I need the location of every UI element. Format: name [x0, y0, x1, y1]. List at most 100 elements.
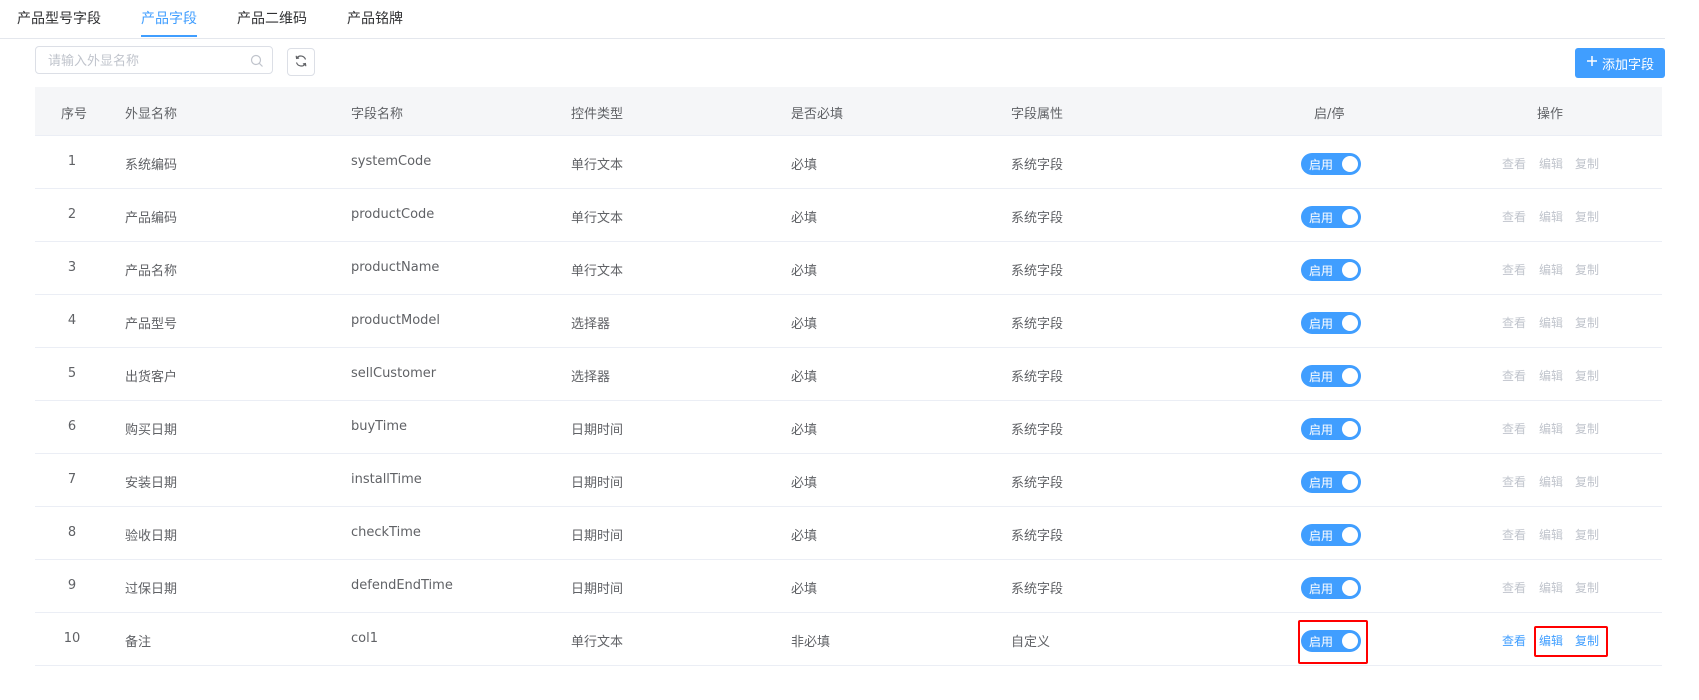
- cell-display-name: 系统编码: [125, 158, 178, 173]
- cell-field-name: systemCode: [351, 154, 432, 169]
- edit-link[interactable]: 编辑: [1539, 261, 1563, 278]
- table-row: 2 产品编码 productCode 单行文本 必填 系统字段 启用 查看 编辑 复制: [35, 189, 1662, 242]
- refresh-button[interactable]: [287, 48, 315, 76]
- status-toggle-label: 启用: [1309, 529, 1334, 543]
- edit-link[interactable]: 编辑: [1539, 367, 1563, 384]
- toggle-knob: [1342, 209, 1358, 225]
- header-actions: 操作: [1537, 107, 1564, 122]
- view-link[interactable]: 查看: [1502, 261, 1526, 278]
- tab-product-qrcode[interactable]: 产品二维码: [237, 8, 307, 28]
- edit-link[interactable]: 编辑: [1539, 579, 1563, 596]
- edit-link[interactable]: 编辑: [1539, 632, 1563, 649]
- status-toggle[interactable]: 启用: [1301, 312, 1361, 334]
- edit-link[interactable]: 编辑: [1539, 314, 1563, 331]
- cell-field-name: buyTime: [351, 419, 407, 434]
- status-toggle[interactable]: 启用: [1301, 630, 1361, 652]
- status-toggle-label: 启用: [1309, 370, 1334, 384]
- status-toggle[interactable]: 启用: [1301, 259, 1361, 281]
- view-link[interactable]: 查看: [1502, 155, 1526, 172]
- tab-product-nameplate[interactable]: 产品铭牌: [347, 8, 403, 28]
- table-row: 3 产品名称 productName 单行文本 必填 系统字段 启用 查看 编辑 复制: [35, 242, 1662, 295]
- toggle-knob: [1342, 156, 1358, 172]
- search-input[interactable]: [46, 50, 246, 72]
- edit-link[interactable]: 编辑: [1539, 208, 1563, 225]
- cell-field-attr: 系统字段: [1011, 476, 1064, 491]
- toggle-knob: [1342, 315, 1358, 331]
- cell-field-name: productName: [351, 260, 440, 275]
- search-icon[interactable]: [250, 53, 264, 72]
- cell-field-attr: 系统字段: [1011, 264, 1064, 279]
- view-link[interactable]: 查看: [1502, 367, 1526, 384]
- view-link[interactable]: 查看: [1502, 526, 1526, 543]
- status-toggle[interactable]: 启用: [1301, 577, 1361, 599]
- status-toggle[interactable]: 启用: [1301, 153, 1361, 175]
- cell-display-name: 产品编码: [125, 211, 178, 226]
- edit-link[interactable]: 编辑: [1539, 473, 1563, 490]
- view-link[interactable]: 查看: [1502, 579, 1526, 596]
- cell-field-attr: 系统字段: [1011, 370, 1064, 385]
- copy-link[interactable]: 复制: [1575, 314, 1599, 331]
- cell-field-name: installTime: [351, 472, 422, 487]
- copy-link[interactable]: 复制: [1575, 420, 1599, 437]
- status-toggle[interactable]: 启用: [1301, 524, 1361, 546]
- copy-link[interactable]: 复制: [1575, 208, 1599, 225]
- copy-link[interactable]: 复制: [1575, 632, 1599, 649]
- cell-required: 必填: [791, 264, 818, 279]
- copy-link[interactable]: 复制: [1575, 473, 1599, 490]
- toggle-knob: [1342, 421, 1358, 437]
- cell-display-name: 产品型号: [125, 317, 178, 332]
- copy-link[interactable]: 复制: [1575, 155, 1599, 172]
- fields-table: 序号 外显名称 字段名称 控件类型 是否必填 字段属性 启/停 操作 1 系统编码…: [35, 87, 1662, 666]
- view-link[interactable]: 查看: [1502, 473, 1526, 490]
- tab-product-fields[interactable]: 产品字段: [141, 8, 197, 28]
- cell-field-attr: 系统字段: [1011, 317, 1064, 332]
- cell-index: 5: [67, 366, 77, 381]
- copy-link[interactable]: 复制: [1575, 367, 1599, 384]
- cell-field-attr: 系统字段: [1011, 158, 1064, 173]
- cell-field-attr: 自定义: [1011, 635, 1051, 650]
- cell-control-type: 日期时间: [571, 582, 624, 597]
- cell-control-type: 日期时间: [571, 423, 624, 438]
- view-link[interactable]: 查看: [1502, 420, 1526, 437]
- cell-field-name: col1: [351, 631, 378, 646]
- add-field-button[interactable]: 添加字段: [1575, 48, 1665, 78]
- status-toggle[interactable]: 启用: [1301, 418, 1361, 440]
- view-link[interactable]: 查看: [1502, 632, 1526, 649]
- table-row: 9 过保日期 defendEndTime 日期时间 必填 系统字段 启用 查看 编辑 复制: [35, 560, 1662, 613]
- table-header: 序号 外显名称 字段名称 控件类型 是否必填 字段属性 启/停 操作: [35, 87, 1662, 136]
- table-row: 4 产品型号 productModel 选择器 必填 系统字段 启用 查看 编辑 复制: [35, 295, 1662, 348]
- status-toggle-label: 启用: [1309, 582, 1334, 596]
- cell-display-name: 备注: [125, 635, 152, 650]
- cell-display-name: 出货客户: [125, 370, 178, 385]
- cell-field-attr: 系统字段: [1011, 211, 1064, 226]
- cell-display-name: 安装日期: [125, 476, 178, 491]
- view-link[interactable]: 查看: [1502, 208, 1526, 225]
- header-index: 序号: [61, 107, 88, 122]
- tab-product-model-fields[interactable]: 产品型号字段: [17, 8, 101, 28]
- cell-control-type: 单行文本: [571, 264, 624, 279]
- cell-index: 3: [67, 260, 77, 275]
- view-link[interactable]: 查看: [1502, 314, 1526, 331]
- cell-field-attr: 系统字段: [1011, 423, 1064, 438]
- copy-link[interactable]: 复制: [1575, 526, 1599, 543]
- cell-field-name: checkTime: [351, 525, 421, 540]
- cell-index: 9: [67, 578, 77, 593]
- table-body: 1 系统编码 systemCode 单行文本 必填 系统字段 启用 查看 编辑 复制 2 产品编码 pr…: [35, 136, 1662, 666]
- edit-link[interactable]: 编辑: [1539, 420, 1563, 437]
- status-toggle-label: 启用: [1309, 476, 1334, 490]
- cell-display-name: 购买日期: [125, 423, 178, 438]
- table-row: 1 系统编码 systemCode 单行文本 必填 系统字段 启用 查看 编辑 复制: [35, 136, 1662, 189]
- status-toggle[interactable]: 启用: [1301, 365, 1361, 387]
- edit-link[interactable]: 编辑: [1539, 526, 1563, 543]
- cell-control-type: 选择器: [571, 370, 611, 385]
- cell-field-name: productCode: [351, 207, 435, 222]
- cell-control-type: 日期时间: [571, 529, 624, 544]
- status-toggle[interactable]: 启用: [1301, 206, 1361, 228]
- table-row: 6 购买日期 buyTime 日期时间 必填 系统字段 启用 查看 编辑 复制: [35, 401, 1662, 454]
- copy-link[interactable]: 复制: [1575, 261, 1599, 278]
- cell-index: 7: [67, 472, 77, 487]
- cell-index: 1: [67, 154, 77, 169]
- copy-link[interactable]: 复制: [1575, 579, 1599, 596]
- edit-link[interactable]: 编辑: [1539, 155, 1563, 172]
- status-toggle[interactable]: 启用: [1301, 471, 1361, 493]
